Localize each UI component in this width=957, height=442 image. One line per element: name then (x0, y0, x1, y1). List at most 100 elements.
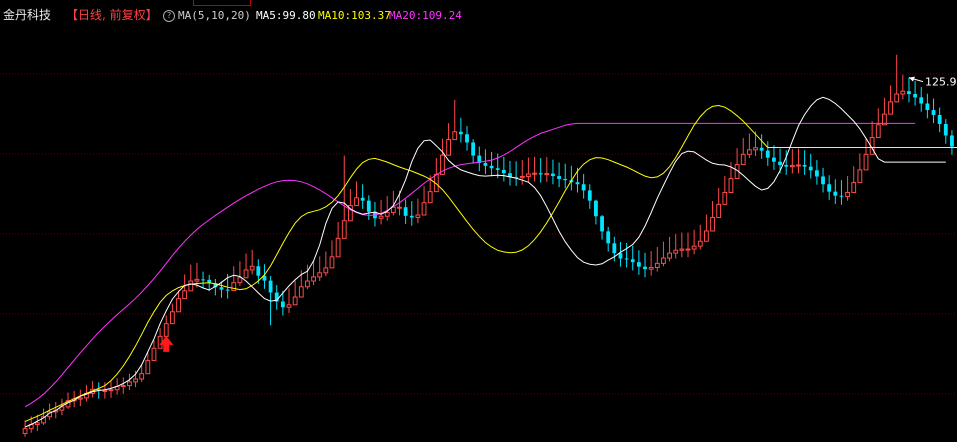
candle-body-down (814, 170, 819, 177)
candle-body-down (600, 216, 604, 232)
candle-body-up (667, 252, 672, 259)
candle-body-up (286, 304, 292, 308)
candle-body-up (384, 212, 390, 217)
candle-body-down (201, 279, 205, 281)
high-marker-label: 125.99 (925, 76, 957, 89)
candle-body-down (778, 161, 782, 165)
candle-body-up (704, 230, 709, 242)
candle-body-up (753, 147, 758, 151)
candle-body-up (796, 164, 801, 167)
candle-body-down (827, 184, 832, 192)
candle-body-up (163, 323, 169, 337)
candle-body-down (821, 176, 825, 185)
candle-body-down (594, 200, 598, 217)
candle-body-up (298, 286, 304, 298)
candle-body-down (465, 134, 469, 143)
candle-body-up (845, 191, 850, 198)
candle-body-down (483, 162, 488, 166)
candle-body-up (421, 202, 427, 216)
candle-body-down (471, 142, 476, 156)
candle-body-up (176, 298, 181, 313)
candle-body-up (710, 216, 715, 232)
candle-body-down (360, 197, 365, 201)
candle-body-down (759, 147, 764, 151)
candle-body-down (913, 94, 918, 98)
candle-body-up (544, 173, 550, 176)
candle-body-down (581, 184, 586, 191)
candle-body-down (551, 173, 555, 177)
candle-body-down (575, 182, 580, 185)
candle-body-down (495, 168, 500, 170)
ma5-line (24, 96, 946, 428)
candle-body-up (249, 265, 255, 271)
candle-body-up (397, 206, 402, 209)
candle-body-up (341, 220, 347, 239)
candle-body-up (673, 249, 679, 254)
candle-body-up (728, 178, 734, 193)
candle-body-down (612, 243, 617, 254)
candle-body-down (931, 110, 936, 115)
candle-body-down (563, 178, 568, 181)
candle-body-down (403, 207, 408, 216)
candle-body-down (366, 200, 371, 212)
candle-body-up (237, 277, 243, 284)
candle-body-up (354, 197, 359, 207)
candle-body-up (722, 191, 728, 205)
candle-body-up (133, 378, 138, 383)
candle-body-down (943, 123, 948, 136)
candle-body-up (151, 347, 157, 362)
candle-body-up (525, 173, 531, 177)
candle-body-down (765, 150, 770, 158)
candle-body-up (900, 90, 906, 95)
candle-body-down (268, 280, 273, 293)
candle-body-up (679, 248, 685, 251)
candle-body-up (685, 248, 691, 251)
candle-body-up (127, 381, 132, 387)
candle-body-down (937, 114, 942, 124)
candle-body-up (182, 290, 188, 300)
candle-body-up (532, 172, 537, 175)
candle-body-up (243, 269, 249, 279)
candle-body-up (188, 280, 194, 292)
candle-body-down (557, 176, 561, 179)
candle-body-down (624, 258, 629, 260)
candle-body-up (452, 131, 458, 141)
candle-body-up (108, 389, 114, 392)
candle-body-down (409, 215, 414, 218)
candle-body-up (323, 267, 329, 274)
candle-body-down (587, 190, 592, 201)
candle-body-down (606, 231, 611, 244)
candle-body-up (789, 164, 795, 168)
candle-body-up (145, 360, 151, 375)
candle-body-down (919, 97, 924, 104)
candle-body-up (231, 282, 237, 291)
candle-body-up (661, 257, 666, 264)
candle-body-down (501, 169, 506, 174)
candle-body-up (34, 422, 40, 426)
candle-body-down (219, 287, 224, 290)
candle-body-down (636, 262, 641, 267)
candle-body-up (648, 266, 654, 270)
candle-body-down (458, 131, 463, 135)
candle-body-up (446, 139, 452, 156)
candle-body-up (863, 153, 869, 171)
candle-body-up (851, 182, 857, 193)
candlestick-chart[interactable]: 125.99 (0, 0, 957, 442)
candle-body-up (169, 311, 175, 325)
candle-body-up (77, 397, 83, 400)
candle-body-up (875, 124, 881, 139)
candle-body-up (22, 428, 28, 435)
candle-body-up (305, 280, 310, 288)
candle-body-down (225, 289, 230, 291)
candle-body-up (329, 256, 335, 269)
candle-body-up (415, 214, 421, 218)
candle-body-up (746, 149, 752, 155)
candle-body-up (194, 278, 200, 282)
candle-body-down (784, 164, 789, 167)
candle-body-up (519, 175, 525, 179)
candle-body-up (697, 240, 703, 247)
candle-body-up (102, 389, 108, 392)
candle-body-down (630, 259, 635, 263)
candle-body-down (489, 165, 494, 169)
candle-body-up (120, 385, 126, 388)
